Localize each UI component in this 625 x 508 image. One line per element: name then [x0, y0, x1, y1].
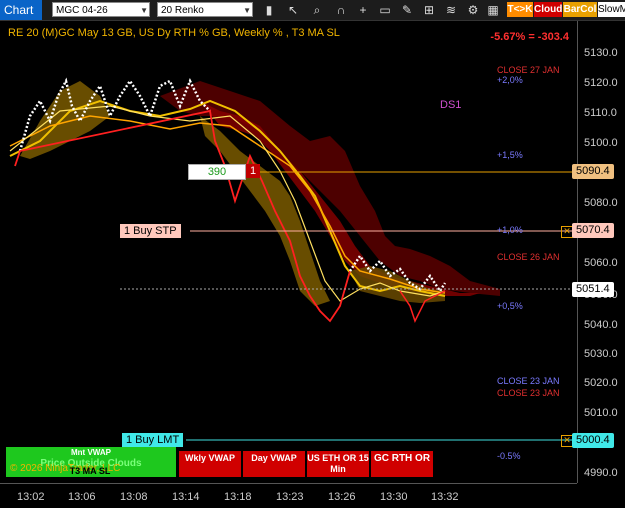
close-23-jan-label-1: CLOSE 23 JAN	[497, 376, 560, 386]
indicators-icon[interactable]: ⊞	[422, 3, 436, 17]
chart-tab[interactable]: Chart	[0, 0, 42, 20]
order-quantity-box[interactable]: 390	[188, 164, 246, 180]
order-count-box[interactable]: 1	[246, 164, 260, 178]
instrument-selector[interactable]: MGC 04-26 ▼	[52, 2, 150, 17]
time-axis[interactable]: 13:02 13:06 13:08 13:14 13:18 13:23 13:2…	[0, 483, 577, 508]
gc-rth-or-button[interactable]: GC RTH OR	[371, 451, 433, 477]
price-panel[interactable]: RE 20 (M)GC May 13 GB, US Dy RTH % GB, W…	[0, 21, 577, 483]
x-tick: 13:32	[431, 491, 459, 503]
y-tick: 5060.0	[584, 257, 618, 269]
cloud-button[interactable]: Cloud	[534, 2, 562, 17]
properties-icon[interactable]: ⚙	[466, 3, 480, 17]
y-tick: 5110.0	[584, 107, 617, 119]
buy-stop-order[interactable]: 1 Buy STP	[120, 224, 181, 238]
y-tick: 5120.0	[584, 77, 618, 89]
price-chart-svg	[9, 77, 577, 441]
buy-limit-order[interactable]: 1 Buy LMT	[122, 433, 184, 447]
y-tick: 5040.0	[584, 319, 618, 331]
bar-type-label: 20 Renko	[161, 5, 204, 16]
x-tick: 13:18	[224, 491, 252, 503]
us-eth-or-button[interactable]: US ETH OR 15 Min	[307, 451, 369, 477]
x-tick: 13:23	[276, 491, 304, 503]
close-23-jan-label-2: CLOSE 23 JAN	[497, 388, 560, 398]
zoom-icon[interactable]: ⌕	[310, 3, 324, 17]
y-tick: 4990.0	[584, 467, 618, 479]
y-tick: 5080.0	[584, 197, 618, 209]
price-marker-5070: 5070.4	[572, 223, 614, 238]
y-tick: 5100.0	[584, 137, 618, 149]
day-vwap-button[interactable]: Day VWAP	[243, 451, 305, 477]
bars-icon[interactable]: ▮	[262, 3, 276, 17]
performance-label: -5.67% = -303.4	[490, 31, 569, 43]
magnet-icon[interactable]: ∩	[334, 3, 348, 17]
t3-ma-sl-label[interactable]: T3 MA SL	[60, 466, 120, 478]
pencil-icon[interactable]: ✎	[400, 3, 414, 17]
plus-1-5-label: +1,5%	[497, 150, 523, 160]
price-marker-5000: 5000.4	[572, 433, 614, 448]
mnt-vwap-label: Mnt VWAP	[71, 448, 111, 457]
y-tick: 5010.0	[584, 407, 618, 419]
bar-type-selector[interactable]: 20 Renko ▼	[157, 2, 253, 17]
mouse-pointer-icon[interactable]: ↖	[286, 3, 300, 17]
plus-2-label: +2,0%	[497, 75, 523, 85]
ds1-label: DS1	[440, 99, 462, 111]
y-tick: 5130.0	[584, 47, 618, 59]
chart-trader-icon[interactable]: ▦	[486, 3, 500, 17]
crosshair-icon[interactable]: +	[356, 3, 370, 17]
chevron-down-icon: ▼	[243, 6, 251, 15]
close-26-jan-label: CLOSE 26 JAN	[497, 252, 560, 262]
strategies-icon[interactable]: ≋	[444, 3, 458, 17]
chart-toolbar: Chart MGC 04-26 ▼ 20 Renko ▼ ▮ ↖ ⌕ ∩ + ▭ ✎…	[0, 0, 625, 21]
x-tick: 13:06	[68, 491, 96, 503]
slowm-button[interactable]: SlowM	[598, 2, 625, 17]
x-tick: 13:26	[328, 491, 356, 503]
chart-title: RE 20 (M)GC May 13 GB, US Dy RTH % GB, W…	[8, 27, 340, 39]
plus-0-5-label: +0,5%	[497, 301, 523, 311]
x-tick: 13:30	[380, 491, 408, 503]
y-tick: 5030.0	[584, 348, 618, 360]
x-tick: 13:02	[17, 491, 45, 503]
minus-0-5-label: -0.5%	[497, 451, 521, 461]
plus-1-label: +1,0%	[497, 225, 523, 235]
price-marker-5051: 5051.4	[572, 282, 614, 297]
x-tick: 13:14	[172, 491, 200, 503]
y-tick: 5020.0	[584, 377, 618, 389]
price-axis[interactable]: 5130.0 5120.0 5110.0 5100.0 5080.0 5060.…	[577, 21, 625, 483]
tk-button[interactable]: T<>K	[507, 2, 533, 17]
chevron-down-icon: ▼	[140, 6, 148, 15]
price-marker-5090: 5090.4	[572, 164, 614, 179]
barcol-button[interactable]: BarCol	[563, 2, 597, 17]
data-box-icon[interactable]: ▭	[378, 3, 392, 17]
wkly-vwap-button[interactable]: Wkly VWAP	[179, 451, 241, 477]
close-27-jan-label: CLOSE 27 JAN	[497, 65, 560, 75]
instrument-label: MGC 04-26	[56, 5, 108, 16]
x-tick: 13:08	[120, 491, 148, 503]
